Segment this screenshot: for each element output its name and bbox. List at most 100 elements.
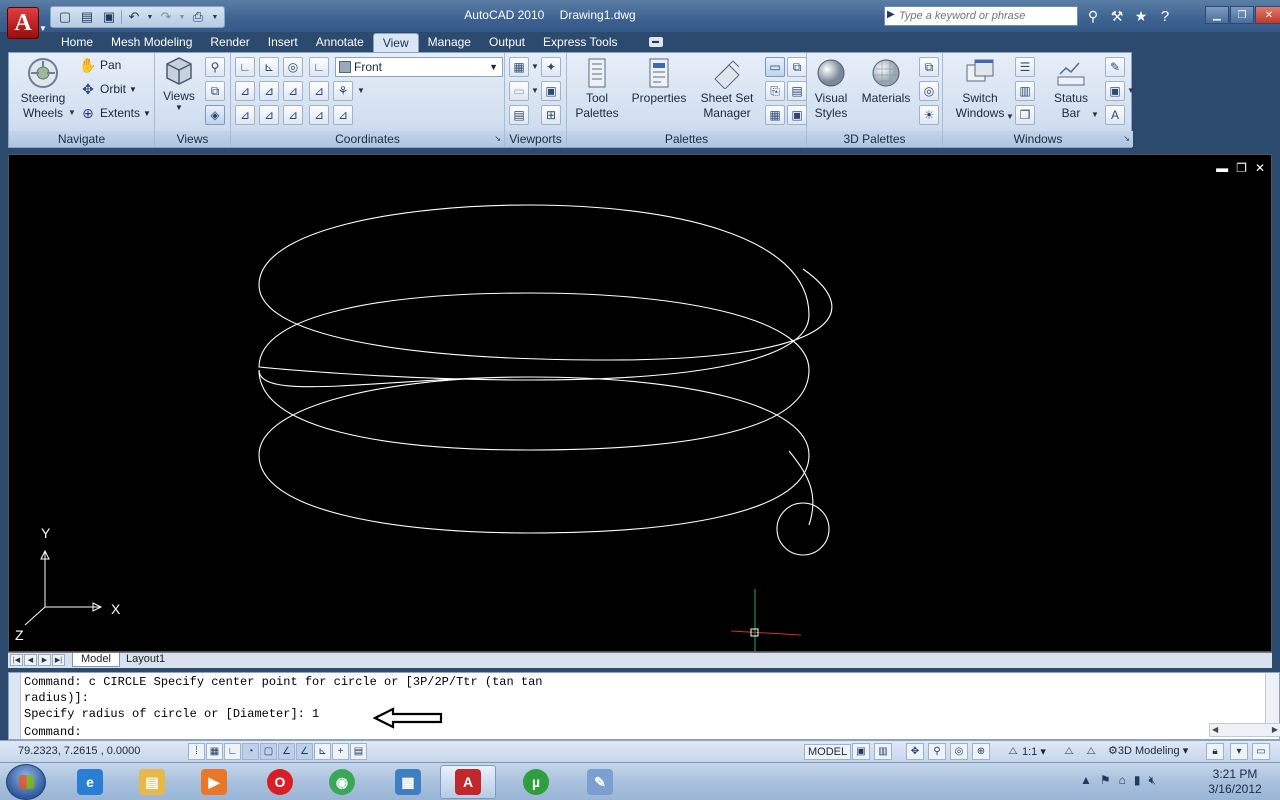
viewport-layout-icon[interactable]: ▤ — [509, 105, 529, 125]
drawing-canvas[interactable]: ▬ ❐ ✕ Y X Z — [8, 154, 1272, 652]
markup-set-icon[interactable]: ⎘ — [765, 81, 785, 101]
orbit-button[interactable]: ✥ Orbit ▼ — [79, 79, 137, 99]
communication-center-icon[interactable]: ⚒ — [1106, 6, 1128, 26]
chevron-down-icon[interactable]: ▼ — [531, 86, 539, 95]
materials-button[interactable]: Materials — [857, 57, 915, 106]
lineweight-icon[interactable]: ▤ — [350, 743, 367, 760]
chevron-down-icon[interactable]: ▼ — [68, 108, 76, 117]
status-bar-button[interactable]: Status Bar — [1047, 57, 1095, 121]
prev-layout-icon[interactable]: ◀ — [24, 654, 37, 666]
close-icon[interactable]: ✕ — [1255, 6, 1280, 24]
orbit-status-icon[interactable]: ⊕ — [972, 743, 990, 760]
tile-horizontal-icon[interactable]: ☰ — [1015, 57, 1035, 77]
taskbar-app-autocad[interactable]: A — [440, 765, 496, 799]
ucs-3point-icon[interactable]: ⚘ — [333, 81, 353, 101]
help-icon[interactable]: ? — [1154, 6, 1176, 26]
scroll-right-icon[interactable]: ▶ — [1272, 724, 1278, 736]
taskbar-app-opera[interactable]: O — [252, 765, 308, 799]
taskbar-app-ie[interactable]: e — [62, 765, 118, 799]
tab-home[interactable]: Home — [52, 33, 102, 52]
render-environment-icon[interactable]: ◎ — [919, 81, 939, 101]
tool-palettes-button[interactable]: Tool Palettes — [569, 57, 625, 121]
open-file-icon[interactable]: ▤ — [77, 8, 97, 26]
cascade-icon[interactable]: ❐ — [1015, 105, 1035, 125]
grid-icon[interactable]: ▦ — [206, 743, 223, 760]
clip-viewport-icon[interactable]: ▣ — [541, 81, 561, 101]
volume-muted-icon[interactable]: 🔇︎ — [1149, 773, 1157, 788]
chevron-down-icon[interactable]: ▼ — [1006, 112, 1014, 121]
taskbar-app-chrome[interactable]: ◉ — [314, 765, 370, 799]
plot-icon[interactable]: ⎙ — [188, 8, 208, 26]
toolbars-icon[interactable]: ▣ — [1105, 81, 1125, 101]
ucs-x-icon[interactable]: ⊿ — [259, 81, 279, 101]
taskbar-app-media-player[interactable]: ▶ — [186, 765, 242, 799]
visual-styles-button[interactable]: Visual Styles — [811, 57, 851, 121]
redo-icon[interactable]: ↷ — [156, 8, 176, 26]
snap-icon[interactable]: ⁞ — [188, 743, 205, 760]
signal-icon[interactable]: ▮ — [1134, 773, 1141, 788]
start-button[interactable] — [6, 764, 46, 800]
steering-wheels-button[interactable]: Steering Wheels — [15, 57, 71, 121]
application-menu-button[interactable]: A ▼ — [4, 4, 47, 44]
chevron-down-icon[interactable]: ▼ — [357, 86, 365, 95]
viewcube-toggle-icon[interactable]: ◈ — [205, 105, 225, 125]
command-scrollbar[interactable] — [1265, 673, 1279, 723]
taskbar-app-paint[interactable]: ✎ — [572, 765, 628, 799]
3d-osnap-icon[interactable]: ∠ — [278, 743, 295, 760]
favorites-star-icon[interactable]: ★ — [1130, 6, 1152, 26]
command-window-grip[interactable] — [9, 673, 21, 739]
dyn-icon[interactable]: + — [332, 743, 349, 760]
model-space-button[interactable]: MODEL — [804, 744, 852, 760]
taskbar-app-utorrent[interactable]: µ — [508, 765, 564, 799]
new-file-icon[interactable]: ▢ — [55, 8, 75, 26]
annotation-scale-icon[interactable]: ⧍ — [1004, 743, 1022, 760]
named-views-icon[interactable]: ⚲ — [205, 57, 225, 77]
tool-lock-icon[interactable]: ▣ — [787, 105, 807, 125]
view-select-dropdown[interactable]: Front ▼ — [335, 57, 503, 77]
undo-dropdown-icon[interactable]: ▼ — [146, 8, 154, 26]
ducs-icon[interactable]: ⊾ — [314, 743, 331, 760]
lights-icon[interactable]: ⧉ — [919, 57, 939, 77]
helix-path[interactable] — [258, 204, 833, 534]
polar-icon[interactable]: ◔ — [242, 743, 259, 760]
chevron-down-icon[interactable]: ▼ — [1127, 86, 1135, 95]
helix-turn-top[interactable] — [258, 204, 833, 381]
view-manager-icon[interactable]: ⧉ — [205, 81, 225, 101]
show-hidden-icons-icon[interactable]: ▲ — [1080, 773, 1092, 788]
pan-button[interactable]: ✋ Pan — [79, 55, 121, 75]
chevron-down-icon[interactable]: ▼ — [1091, 110, 1099, 119]
dbconnect-icon[interactable]: ▤ — [787, 81, 807, 101]
viewport-split-icon[interactable]: ⊞ — [541, 105, 561, 125]
ucs-world-icon[interactable]: ◎ — [283, 57, 303, 77]
ucs-z-icon[interactable]: ⊿ — [309, 81, 329, 101]
calculator-icon[interactable]: ▦ — [765, 105, 785, 125]
command-hscrollbar[interactable]: ◀ ▶ — [1209, 723, 1280, 737]
chevron-down-icon[interactable]: ▼ — [531, 62, 539, 71]
quick-view-drawings-icon[interactable]: ▥ — [874, 743, 892, 760]
command-line-icon[interactable]: ▭ — [765, 57, 785, 77]
tile-vertical-icon[interactable]: ▥ — [1015, 81, 1035, 101]
quick-view-layouts-icon[interactable]: ▣ — [852, 743, 870, 760]
ui-lock-pencil-icon[interactable]: ✎ — [1105, 57, 1125, 77]
ortho-icon[interactable]: ∟ — [224, 743, 241, 760]
tab-manage[interactable]: Manage — [419, 33, 480, 52]
ucs-origin-icon[interactable]: ⊿ — [235, 81, 255, 101]
text-window-icon[interactable]: A — [1105, 105, 1125, 125]
panel-launcher-icon[interactable]: ↘ — [1123, 131, 1130, 147]
binoculars-icon[interactable]: ⚲ — [1082, 6, 1104, 26]
taskbar-clock[interactable]: 3:21 PM 3/16/2012 — [1204, 767, 1266, 797]
action-center-flag-icon[interactable]: ⚑ — [1100, 773, 1111, 788]
toolbar-lock-icon[interactable]: 🔒︎ — [1206, 743, 1224, 760]
command-prompt[interactable]: Command: — [24, 725, 82, 739]
ucs-view-icon[interactable]: ⊿ — [235, 105, 255, 125]
ucs-object-icon[interactable]: ⊿ — [259, 105, 279, 125]
search-expand-icon[interactable]: ▶ — [887, 9, 895, 20]
zoom-icon[interactable]: ⚲ — [928, 743, 946, 760]
customize-qat-icon[interactable]: ▼ — [210, 8, 220, 26]
taskbar-app-explorer[interactable]: ▤ — [124, 765, 180, 799]
auto-scale-icon[interactable]: ⧍ — [1082, 743, 1100, 760]
scroll-left-icon[interactable]: ◀ — [1212, 724, 1218, 736]
last-layout-icon[interactable]: ▶| — [52, 654, 65, 666]
otrack-icon[interactable]: ∠ — [296, 743, 313, 760]
viewport-config-icon[interactable]: ▦ — [509, 57, 529, 77]
